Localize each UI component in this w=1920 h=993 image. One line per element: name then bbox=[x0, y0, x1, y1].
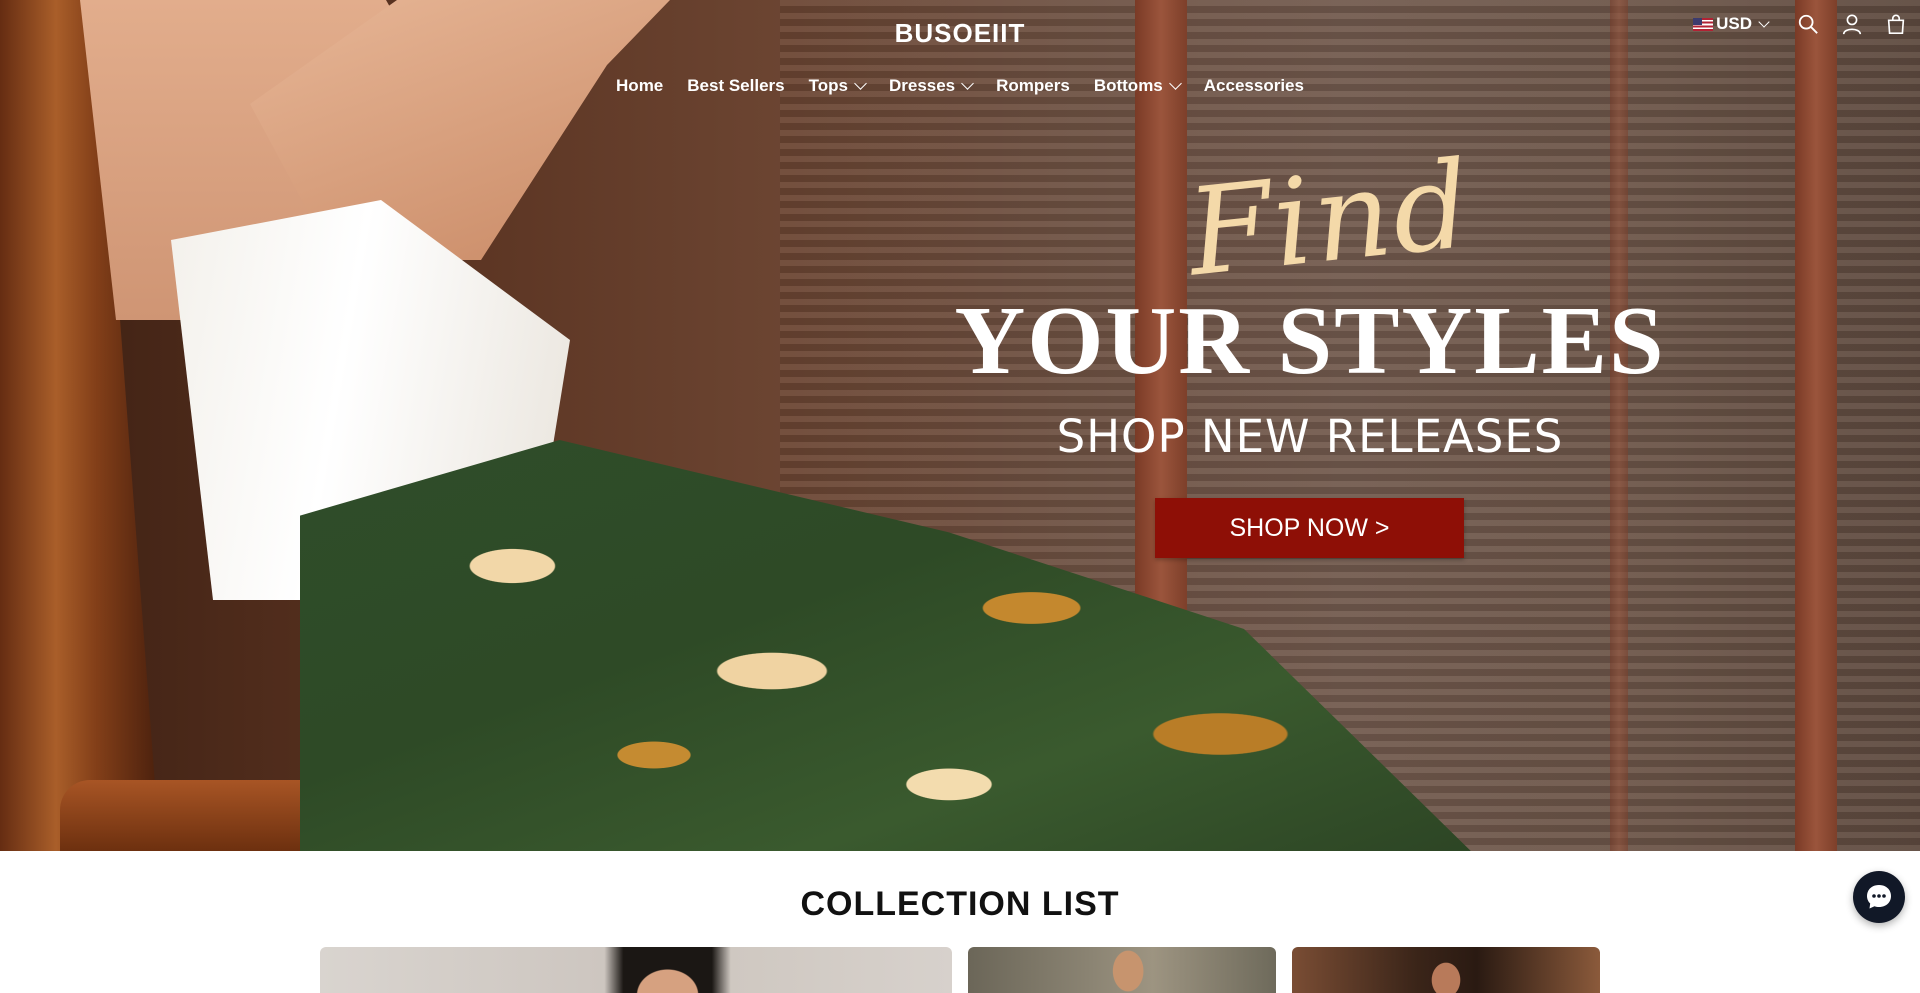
chevron-down-icon bbox=[1758, 15, 1770, 28]
nav-item-label: Rompers bbox=[996, 76, 1070, 95]
cart-icon[interactable] bbox=[1884, 12, 1908, 36]
currency-label: USD bbox=[1716, 14, 1752, 33]
search-icon[interactable] bbox=[1796, 12, 1820, 36]
hero-banner[interactable]: Find YOUR STYLES SHOP NEW RELEASES SHOP … bbox=[0, 0, 1920, 851]
nav-item-best-sellers[interactable]: Best Sellers bbox=[687, 76, 784, 96]
main-nav: Home Best Sellers Tops Dresses Rompers B… bbox=[0, 76, 1920, 96]
nav-item-dresses[interactable]: Dresses bbox=[888, 76, 975, 96]
nav-item-accessories[interactable]: Accessories bbox=[1204, 76, 1304, 96]
collection-list-title: COLLECTION LIST bbox=[800, 885, 1120, 923]
site-logo[interactable]: BUSOEIIT bbox=[0, 18, 1920, 49]
nav-item-label: Dresses bbox=[888, 76, 956, 95]
nav-item-label: Tops bbox=[808, 76, 848, 95]
chevron-down-icon bbox=[1168, 77, 1182, 90]
nav-item-home[interactable]: Home bbox=[616, 76, 663, 96]
hero-script-text: Find bbox=[1181, 135, 1479, 304]
hero-headline: YOUR STYLES bbox=[954, 287, 1666, 395]
collection-card[interactable] bbox=[320, 947, 952, 993]
hero-subheadline: SHOP NEW RELEASES bbox=[1056, 410, 1564, 463]
collection-card[interactable] bbox=[1292, 947, 1600, 993]
chevron-down-icon bbox=[854, 77, 867, 90]
chevron-down-icon bbox=[961, 77, 975, 90]
nav-item-rompers[interactable]: Rompers bbox=[996, 76, 1070, 96]
shop-now-button[interactable]: SHOP NOW > bbox=[1155, 498, 1464, 558]
nav-item-label: Accessories bbox=[1203, 76, 1304, 95]
account-icon[interactable] bbox=[1840, 12, 1864, 36]
chat-button[interactable] bbox=[1853, 871, 1905, 923]
hero-background-pillar bbox=[1795, 0, 1837, 851]
us-flag-icon bbox=[1693, 17, 1714, 31]
chat-icon bbox=[1867, 885, 1891, 909]
nav-item-bottoms[interactable]: Bottoms bbox=[1093, 76, 1182, 96]
currency-selector[interactable]: USD bbox=[1693, 14, 1770, 34]
nav-item-label: Bottoms bbox=[1093, 76, 1163, 95]
nav-item-label: Home bbox=[616, 76, 664, 95]
header-utilities: USD bbox=[1693, 12, 1908, 36]
nav-item-tops[interactable]: Tops bbox=[808, 76, 867, 96]
collection-card[interactable] bbox=[968, 947, 1276, 993]
nav-item-label: Best Sellers bbox=[687, 76, 785, 95]
